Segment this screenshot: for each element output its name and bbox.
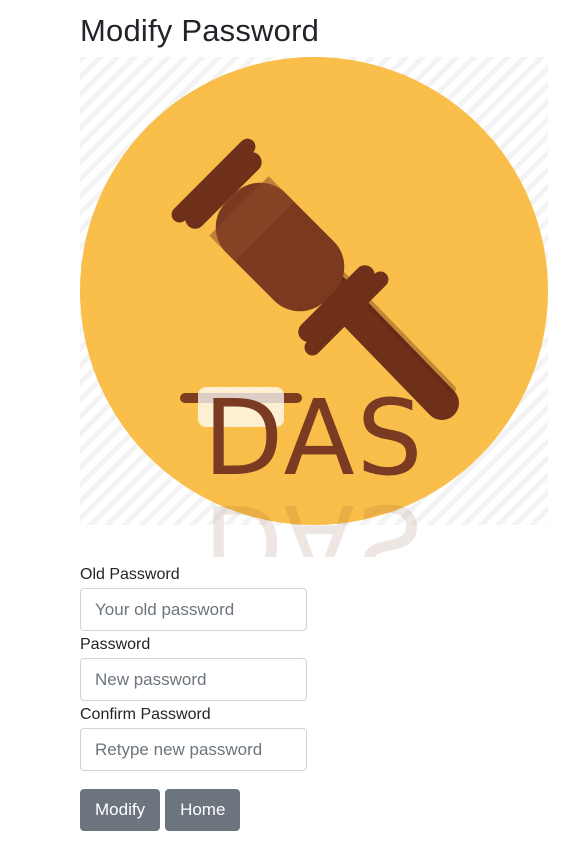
logo-text: DAS <box>203 377 424 499</box>
new-password-input[interactable] <box>80 658 307 701</box>
page-title: Modify Password <box>80 13 320 48</box>
das-logo-image: DAS DAS <box>80 57 548 557</box>
old-password-label: Old Password <box>80 566 180 583</box>
home-button[interactable]: Home <box>165 789 241 831</box>
old-password-input[interactable] <box>80 588 307 631</box>
confirm-password-input[interactable] <box>80 728 307 771</box>
modify-password-form: Old Password Password Confirm Password M… <box>80 564 340 831</box>
das-logo: DAS DAS <box>80 57 548 557</box>
confirm-password-label: Confirm Password <box>80 706 211 723</box>
modify-button[interactable]: Modify <box>80 789 161 831</box>
form-actions: Modify Home <box>80 789 340 831</box>
new-password-label: Password <box>80 636 151 653</box>
page: Modify Password DAS DAS Old Password Pas… <box>0 0 576 854</box>
